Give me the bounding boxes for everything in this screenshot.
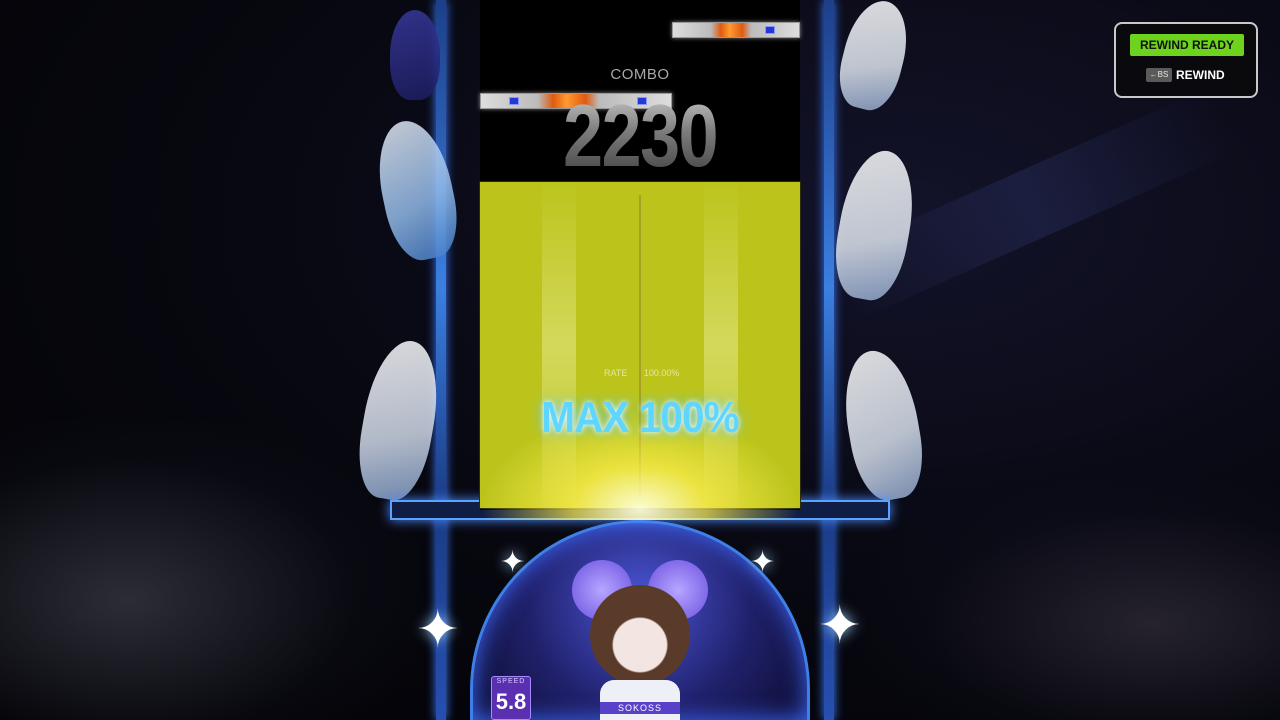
- accuracy-label: RATE: [604, 368, 628, 378]
- rewind-button[interactable]: REWIND: [1176, 67, 1225, 83]
- right-wing-top: [831, 0, 917, 116]
- rewind-ready-badge: REWIND READY: [1130, 34, 1244, 56]
- right-wing-upper: [827, 145, 923, 305]
- combo-counter: 2230: [525, 92, 755, 180]
- right-wing-lower: [835, 345, 931, 505]
- speed-label: SPEED: [496, 678, 526, 685]
- sparkle-icon: ✦: [750, 546, 776, 579]
- accuracy-readout: RATE 100.00%: [604, 368, 679, 378]
- sparkle-icon: ✦: [818, 597, 862, 655]
- accuracy-value: 100.00%: [643, 368, 680, 378]
- sparkle-icon: ✦: [416, 601, 460, 659]
- rewind-panel: REWIND READY ←BS REWIND: [1114, 22, 1258, 98]
- judgement-text: MAX 100%: [541, 393, 739, 442]
- note-gem: [509, 97, 519, 105]
- backspace-key-icon: ←BS: [1146, 68, 1172, 82]
- note-chip: [672, 22, 800, 38]
- character-portrait: [590, 585, 690, 685]
- left-wing-upper: [368, 114, 466, 266]
- character-body: [600, 680, 680, 720]
- speed-value: 5.8: [495, 689, 527, 714]
- left-serpent: [390, 10, 440, 100]
- background-haze-right: [860, 480, 1280, 720]
- sparkle-icon: ✦: [500, 546, 526, 579]
- speed-indicator: SPEED 5.8: [491, 676, 531, 720]
- combo-label: COMBO: [610, 66, 670, 83]
- left-wing-lower: [350, 335, 448, 505]
- note-gem: [765, 26, 775, 34]
- background-haze-left: [0, 420, 420, 720]
- character-name: SOKOSS: [600, 702, 680, 714]
